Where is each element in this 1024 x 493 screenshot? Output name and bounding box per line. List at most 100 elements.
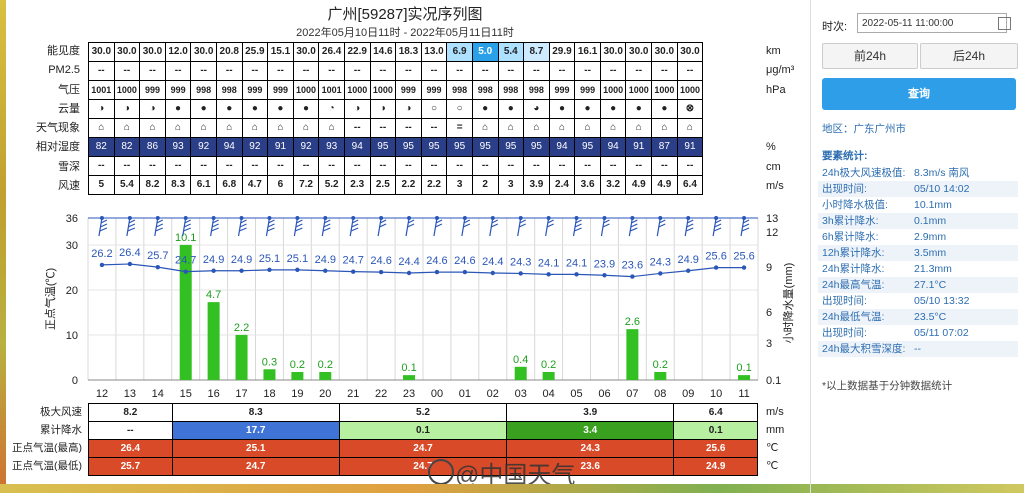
- visibility-cell: 30.0: [88, 42, 115, 62]
- cloud-cell: ●: [292, 99, 320, 119]
- temperature-point: [462, 269, 468, 275]
- x-tick-label: 11: [738, 388, 749, 398]
- humidity-cell: 94: [343, 137, 371, 157]
- stat-row: 出现时间: 05/10 14:02: [818, 181, 1018, 197]
- pm25-cell: --: [88, 61, 115, 81]
- wind-barb-flag: [267, 227, 275, 232]
- precip-bar: [319, 371, 332, 380]
- table-row: 5 5.4 8.2 8.3 6.1 6.8 4.7 6 7.2 5.2 2.3 2.5 2.2 2.2 3 2…: [88, 175, 704, 195]
- time-input[interactable]: 2022-05-11 11:00:00: [857, 13, 1007, 33]
- stat-row: 12h累计降水: 3.5mm: [818, 245, 1018, 261]
- temperature-point: [434, 269, 440, 275]
- x-tick-label: 06: [598, 388, 610, 398]
- x-tick-label: 14: [152, 388, 164, 398]
- cloud-cell: ●: [471, 99, 499, 119]
- x-tick-label: 00: [431, 388, 443, 398]
- humidity-cell: 82: [113, 137, 141, 157]
- table-row: ◑ ◑ ◑ ● ● ● ● ● ● ◔ ◑ ◑ ◑ ○ ○ ● ● ◕ ● ● ● ● ● ⊗: [88, 99, 704, 119]
- precip-bar-label: 2.2: [234, 322, 249, 334]
- visibility-cell: 15.1: [267, 42, 294, 62]
- cloud-cell: ◑: [139, 99, 166, 119]
- weather-cell: ⌂: [651, 118, 678, 138]
- x-tick-label: 16: [208, 388, 220, 398]
- snow-cell: --: [369, 156, 397, 176]
- pressure-cell: 998: [497, 80, 525, 100]
- precip-bar: [403, 375, 416, 380]
- precip-bar-label: 0.2: [318, 359, 333, 371]
- max-wind-cell: 6.4: [673, 403, 758, 422]
- stat-value: 05/11 07:02: [914, 327, 969, 339]
- x-tick-label: 12: [96, 388, 108, 398]
- humidity-cell: 87: [651, 137, 678, 157]
- humidity-cell: 94: [215, 137, 243, 157]
- visibility-cell: 29.9: [548, 42, 576, 62]
- pressure-cell: 1000: [651, 80, 678, 100]
- cloud-cell: ●: [267, 99, 294, 119]
- stat-value: 10.1mm: [914, 199, 952, 211]
- query-button[interactable]: 查询: [822, 78, 1016, 110]
- temperature-label: 24.9: [203, 254, 224, 266]
- weather-cell: ⌂: [292, 118, 320, 138]
- wind-cell: 8.3: [164, 175, 192, 195]
- x-tick-label: 18: [263, 388, 275, 398]
- row-label: 相对湿度: [36, 141, 80, 154]
- humidity-cell: 95: [574, 137, 601, 157]
- temperature-label: 24.7: [175, 255, 196, 267]
- snow-cell: --: [395, 156, 422, 176]
- humidity-cell: 91: [676, 137, 704, 157]
- stat-value: 3.5mm: [914, 247, 947, 259]
- visibility-cell: 5.4: [497, 42, 525, 62]
- cloud-cell: ●: [164, 99, 192, 119]
- precip-bar-label: 0.3: [262, 356, 277, 368]
- wind-cell: 2.5: [369, 175, 397, 195]
- temp-min-cell: 24.9: [673, 457, 758, 476]
- wind-cell: 2.4: [548, 175, 576, 195]
- stat-value: 23.5°C: [914, 311, 947, 323]
- temperature-precip-chart: 0102030360.13691213正点气温(℃) 小时降水量(mm)10.14…: [43, 213, 795, 398]
- humidity-cell: 93: [318, 137, 345, 157]
- table-row: 1001 1000 999 999 998 998 999 999 1000 1001 1000 10…: [88, 80, 704, 100]
- wind-cell: 7.2: [292, 175, 320, 195]
- humidity-cell: 92: [241, 137, 269, 157]
- wind-cell: 2.3: [343, 175, 371, 195]
- precip-bar-label: 0.1: [736, 362, 751, 374]
- temperature-point: [574, 272, 579, 277]
- precip-bar-label: 0.2: [290, 359, 305, 371]
- row-label: 气压: [58, 83, 80, 96]
- cloud-cell: ●: [241, 99, 269, 119]
- wind-barb-flag: [211, 227, 219, 232]
- stat-label: 12h累计降水:: [822, 247, 885, 259]
- stat-label: 小时降水极值:: [822, 199, 888, 211]
- wind-cell: 5: [88, 175, 115, 195]
- x-tick-label: 09: [682, 388, 694, 398]
- snow-cell: --: [420, 156, 448, 176]
- row-label: PM2.5: [48, 64, 80, 77]
- stat-label: 3h累计降水:: [822, 215, 879, 227]
- summary-unit: m/s: [766, 406, 784, 418]
- temperature-point: [518, 271, 523, 276]
- temperature-label: 24.6: [454, 255, 475, 267]
- temperature-label: 24.9: [231, 254, 252, 266]
- precip-bar-label: 2.6: [625, 316, 640, 328]
- pressure-cell: 998: [446, 80, 473, 100]
- summary-labels: 极大风速 累计降水 正点气温(最高) 正点气温(最低): [0, 403, 82, 475]
- humidity-cell: 93: [164, 137, 192, 157]
- temperature-label: 24.9: [315, 254, 336, 266]
- table-row: ⌂ ⌂ ⌂ ⌂ ⌂ ⌂ ⌂ ⌂ ⌂ ⌂ -- -- -- -- = ⌂ ⌂ ⌂ ⌂ ⌂ ⌂ ⌂ ⌂ ⌂: [88, 118, 704, 138]
- row-units: km μg/m³ hPa% cm m/s: [766, 42, 806, 196]
- prev-24h-button[interactable]: 前24h: [822, 43, 918, 69]
- wind-barb-flag: [713, 227, 722, 232]
- wind-barb-flag: [629, 227, 638, 232]
- precip-bar-label: 4.7: [206, 289, 221, 301]
- temp-max-cell: 26.4: [88, 439, 173, 458]
- temperature-label: 24.9: [677, 254, 698, 266]
- x-tick-label: 01: [459, 388, 471, 398]
- calendar-icon[interactable]: [998, 17, 1011, 30]
- next-24h-button[interactable]: 后24h: [920, 43, 1018, 69]
- temperature-label: 23.6: [622, 260, 643, 272]
- page-subtitle: 2022年05月10日11时 - 2022年05月11日11时: [296, 27, 514, 39]
- table-row: 30.0 30.0 30.0 12.0 30.0 20.8 25.9 15.1 30.0 26.4…: [88, 42, 704, 62]
- right-tick-label: 13: [766, 213, 778, 225]
- snow-cell: --: [497, 156, 525, 176]
- humidity-cell: 95: [420, 137, 448, 157]
